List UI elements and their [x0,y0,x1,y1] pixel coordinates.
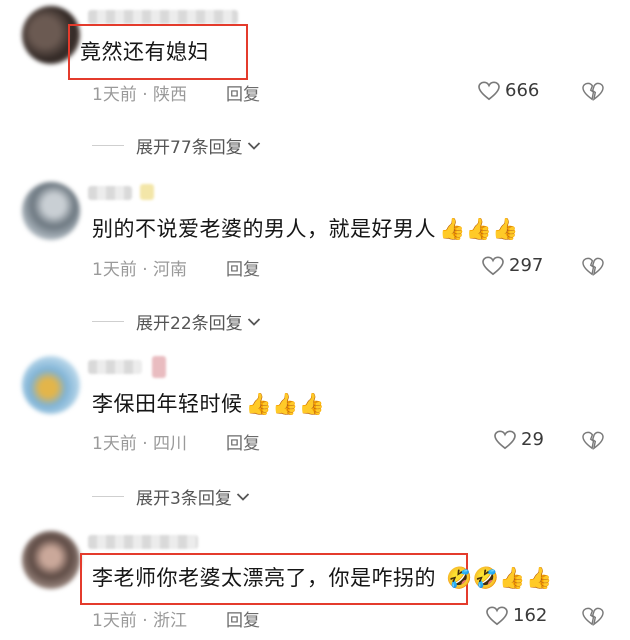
meta-separator: · [142,85,148,105]
username-blurred[interactable] [88,360,142,374]
emoji-thumbs-up: 👍👍👍 [439,217,519,241]
expand-replies-label: 展开77条回复 [136,138,243,158]
username-blurred[interactable] [88,186,132,200]
username-blurred[interactable] [88,535,198,549]
comment-text: 别的不说爱老婆的男人，就是好男人 👍👍👍 [92,215,519,243]
reply-button[interactable]: 回复 [226,255,260,280]
comment-text: 李老师你老婆太漂亮了，你是咋拐的 🤣🤣👍👍 [92,564,553,592]
reply-button[interactable]: 回复 [226,606,260,631]
like-count: 29 [521,429,544,450]
reply-button[interactable]: 回复 [226,80,260,105]
expand-replies-label: 展开22条回复 [136,314,243,334]
comment-time: 1天前 [92,260,137,280]
broken-heart-icon[interactable] [582,431,604,451]
reply-button[interactable]: 回复 [226,429,260,454]
comment-location: 陕西 [153,85,188,105]
comment-time: 1天前 [92,611,137,631]
heart-outline-icon [494,430,516,449]
comment-location: 河南 [153,260,188,280]
broken-heart-icon[interactable] [582,607,604,627]
like-count: 162 [513,605,548,626]
comment-location: 四川 [153,434,188,454]
comment-meta: 1天前 · 四川 [92,429,187,454]
comment-text-content: 别的不说爱老婆的男人，就是好男人 [92,217,436,241]
comment-text-content: 竟然还有媳妇 [80,40,209,64]
divider-line [92,145,124,146]
like-count: 297 [509,255,544,276]
expand-replies-button[interactable]: 展开77条回复 [92,133,261,158]
heart-outline-icon [478,81,500,100]
avatar[interactable] [22,356,80,414]
user-badge-blurred [152,356,166,378]
divider-line [92,496,124,497]
comment-location: 浙江 [153,611,188,631]
meta-separator: · [142,611,148,631]
expand-replies-button[interactable]: 展开3条回复 [92,484,250,509]
comment-time: 1天前 [92,434,137,454]
meta-separator: · [142,434,148,454]
expand-replies-button[interactable]: 展开22条回复 [92,309,261,334]
broken-heart-icon[interactable] [582,82,604,102]
chevron-down-icon [236,492,249,501]
username-blurred[interactable] [88,10,238,24]
meta-separator: · [142,260,148,280]
comment-text-content: 李老师你老婆太漂亮了，你是咋拐的 [92,566,436,590]
like-button[interactable]: 666 [478,80,539,101]
comment-meta: 1天前 · 陕西 [92,80,187,105]
comment-text-content: 李保田年轻时候 [92,392,243,416]
heart-outline-icon [486,606,508,625]
broken-heart-icon[interactable] [582,257,604,277]
chevron-down-icon [247,317,260,326]
comment-time: 1天前 [92,85,137,105]
comment-text: 李保田年轻时候 👍👍👍 [92,390,325,418]
emoji-thumbs-up: 👍👍👍 [245,392,326,416]
emoji-laughing-thumbs-up: 🤣🤣👍👍 [446,566,553,590]
avatar[interactable] [22,531,80,589]
comment-meta: 1天前 · 浙江 [92,606,187,631]
like-button[interactable]: 162 [486,605,547,626]
heart-outline-icon [482,256,504,275]
avatar[interactable] [22,182,80,240]
chevron-down-icon [247,141,260,150]
user-badge-blurred [140,184,154,200]
comment-text: 竟然还有媳妇 [80,38,209,66]
expand-replies-label: 展开3条回复 [136,489,232,509]
like-button[interactable]: 297 [482,255,543,276]
divider-line [92,321,124,322]
comment-meta: 1天前 · 河南 [92,255,187,280]
like-count: 666 [505,80,540,101]
like-button[interactable]: 29 [494,429,544,450]
